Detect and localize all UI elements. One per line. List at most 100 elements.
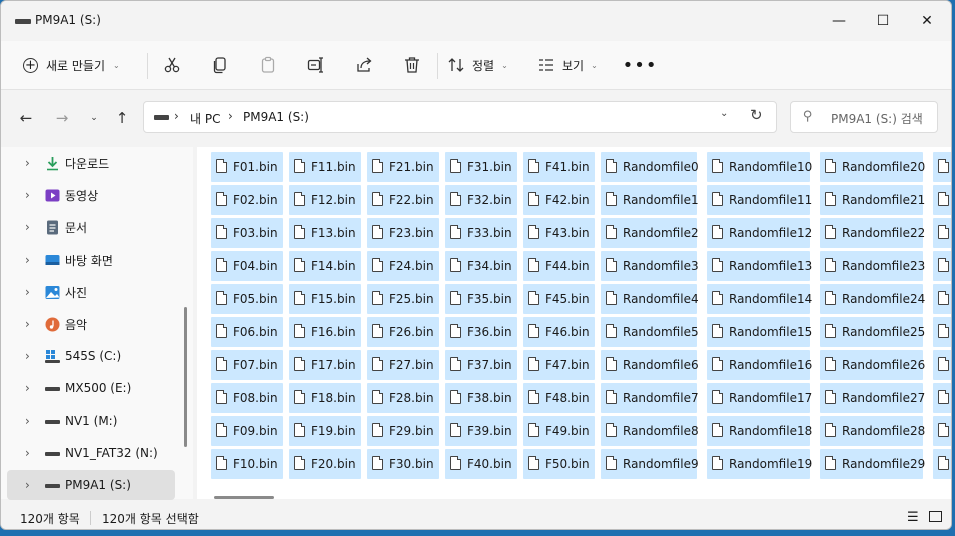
file-item[interactable]: F25.bin bbox=[367, 284, 439, 314]
file-item[interactable]: Randomfile28 bbox=[820, 416, 925, 446]
file-item[interactable]: Randomfile20 bbox=[820, 152, 925, 182]
file-item[interactable]: Randomfile26 bbox=[820, 350, 925, 380]
tiles-view-icon[interactable] bbox=[929, 511, 942, 522]
file-item[interactable]: F48.bin bbox=[523, 383, 595, 413]
sidebar-item[interactable]: › 사진 bbox=[7, 277, 175, 307]
file-item[interactable]: F33.bin bbox=[445, 218, 517, 248]
file-item[interactable] bbox=[933, 152, 951, 182]
file-item[interactable]: F05.bin bbox=[211, 284, 283, 314]
breadcrumb-this-pc[interactable]: 내 PC bbox=[190, 110, 220, 127]
refresh-icon[interactable]: ↻ bbox=[750, 106, 763, 124]
title-bar[interactable]: PM9A1 (S:) — ☐ ✕ bbox=[1, 1, 951, 41]
address-bar[interactable]: › 내 PC › PM9A1 (S:) ⌄ ↻ bbox=[143, 101, 777, 133]
file-item[interactable]: F30.bin bbox=[367, 449, 439, 479]
chevron-right-icon[interactable]: › bbox=[25, 478, 30, 492]
chevron-right-icon[interactable]: › bbox=[25, 446, 30, 460]
sidebar-item[interactable]: › 다운로드 bbox=[7, 148, 175, 178]
sidebar-item[interactable]: › 문서 bbox=[7, 212, 175, 242]
search-box[interactable]: ⚲ PM9A1 (S:) 검색 bbox=[790, 101, 938, 133]
file-item[interactable]: Randomfile11 bbox=[707, 185, 812, 215]
up-arrow-icon[interactable]: ↑ bbox=[111, 108, 133, 128]
sidebar-item[interactable]: › 음악 bbox=[7, 309, 175, 339]
file-item[interactable]: F20.bin bbox=[289, 449, 361, 479]
file-item[interactable]: F44.bin bbox=[523, 251, 595, 281]
chevron-right-icon[interactable]: › bbox=[25, 253, 30, 267]
sidebar-item[interactable]: › NV1_FAT32 (N:) bbox=[7, 438, 175, 468]
file-item[interactable]: F10.bin bbox=[211, 449, 283, 479]
file-item[interactable]: F21.bin bbox=[367, 152, 439, 182]
file-item[interactable]: F06.bin bbox=[211, 317, 283, 347]
file-item[interactable]: F16.bin bbox=[289, 317, 361, 347]
file-item[interactable]: F12.bin bbox=[289, 185, 361, 215]
file-item[interactable]: F38.bin bbox=[445, 383, 517, 413]
delete-icon[interactable] bbox=[399, 53, 425, 77]
file-item[interactable]: F43.bin bbox=[523, 218, 595, 248]
nav-scrollbar[interactable] bbox=[184, 307, 187, 447]
file-item[interactable]: Randomfile13 bbox=[707, 251, 812, 281]
file-item[interactable]: F04.bin bbox=[211, 251, 283, 281]
copy-icon[interactable] bbox=[207, 53, 233, 77]
file-item[interactable]: F13.bin bbox=[289, 218, 361, 248]
file-item[interactable]: Randomfile8 bbox=[601, 416, 699, 446]
file-item[interactable]: F37.bin bbox=[445, 350, 517, 380]
share-icon[interactable] bbox=[351, 53, 377, 77]
chevron-right-icon[interactable]: › bbox=[25, 317, 30, 331]
file-item[interactable]: Randomfile29 bbox=[820, 449, 925, 479]
sidebar-item[interactable]: › 바탕 화면 bbox=[7, 245, 175, 275]
file-item[interactable]: Randomfile17 bbox=[707, 383, 812, 413]
file-item[interactable]: Randomfile24 bbox=[820, 284, 925, 314]
file-item[interactable]: Randomfile5 bbox=[601, 317, 699, 347]
back-arrow-icon[interactable]: ← bbox=[15, 108, 37, 128]
sort-button[interactable]: 정렬 ⌄ bbox=[447, 51, 508, 79]
file-item[interactable]: Randomfile2 bbox=[601, 218, 699, 248]
file-item[interactable]: Randomfile6 bbox=[601, 350, 699, 380]
file-item[interactable]: F07.bin bbox=[211, 350, 283, 380]
cut-icon[interactable] bbox=[159, 53, 185, 77]
sidebar-item[interactable]: › 545S (C:) bbox=[7, 341, 175, 371]
file-item[interactable]: F39.bin bbox=[445, 416, 517, 446]
chevron-right-icon[interactable]: › bbox=[25, 188, 30, 202]
file-item[interactable]: Randomfile21 bbox=[820, 185, 925, 215]
file-item[interactable] bbox=[933, 449, 951, 479]
file-item[interactable]: Randomfile23 bbox=[820, 251, 925, 281]
chevron-right-icon[interactable]: › bbox=[25, 156, 30, 170]
chevron-right-icon[interactable]: › bbox=[25, 414, 30, 428]
file-item[interactable]: Randomfile16 bbox=[707, 350, 812, 380]
file-item[interactable]: Randomfile25 bbox=[820, 317, 925, 347]
file-item[interactable]: Randomfile9 bbox=[601, 449, 699, 479]
file-item[interactable]: F31.bin bbox=[445, 152, 517, 182]
sidebar-item[interactable]: › PM9A1 (S:) bbox=[7, 470, 175, 500]
file-item[interactable]: F02.bin bbox=[211, 185, 283, 215]
file-item[interactable]: Randomfile15 bbox=[707, 317, 812, 347]
file-item[interactable]: F11.bin bbox=[289, 152, 361, 182]
maximize-button[interactable]: ☐ bbox=[863, 7, 903, 35]
file-item[interactable]: F15.bin bbox=[289, 284, 361, 314]
chevron-right-icon[interactable]: › bbox=[25, 381, 30, 395]
file-item[interactable]: F01.bin bbox=[211, 152, 283, 182]
breadcrumb-chevron-icon[interactable]: › bbox=[174, 109, 179, 123]
file-item[interactable] bbox=[933, 284, 951, 314]
file-item[interactable]: Randomfile1 bbox=[601, 185, 699, 215]
sidebar-item[interactable]: › 동영상 bbox=[7, 180, 175, 210]
breadcrumb-drive[interactable]: PM9A1 (S:) bbox=[243, 110, 309, 124]
sidebar-item[interactable]: › NV1 (M:) bbox=[7, 406, 175, 436]
file-item[interactable]: Randomfile14 bbox=[707, 284, 812, 314]
view-button[interactable]: 보기 ⌄ bbox=[537, 51, 598, 79]
file-item[interactable]: F27.bin bbox=[367, 350, 439, 380]
file-item[interactable]: F46.bin bbox=[523, 317, 595, 347]
file-item[interactable]: Randomfile4 bbox=[601, 284, 699, 314]
file-item[interactable]: F50.bin bbox=[523, 449, 595, 479]
chevron-right-icon[interactable]: › bbox=[25, 220, 30, 234]
file-item[interactable] bbox=[933, 251, 951, 281]
paste-icon[interactable] bbox=[255, 53, 281, 77]
file-item[interactable]: Randomfile22 bbox=[820, 218, 925, 248]
more-options-button[interactable]: ••• bbox=[623, 51, 657, 79]
horizontal-scrollbar[interactable] bbox=[214, 496, 274, 499]
file-item[interactable]: F26.bin bbox=[367, 317, 439, 347]
file-item[interactable] bbox=[933, 218, 951, 248]
file-item[interactable]: Randomfile10 bbox=[707, 152, 812, 182]
file-item[interactable]: F32.bin bbox=[445, 185, 517, 215]
minimize-button[interactable]: — bbox=[819, 7, 859, 35]
file-item[interactable] bbox=[933, 350, 951, 380]
address-history-icon[interactable]: ⌄ bbox=[720, 108, 728, 119]
